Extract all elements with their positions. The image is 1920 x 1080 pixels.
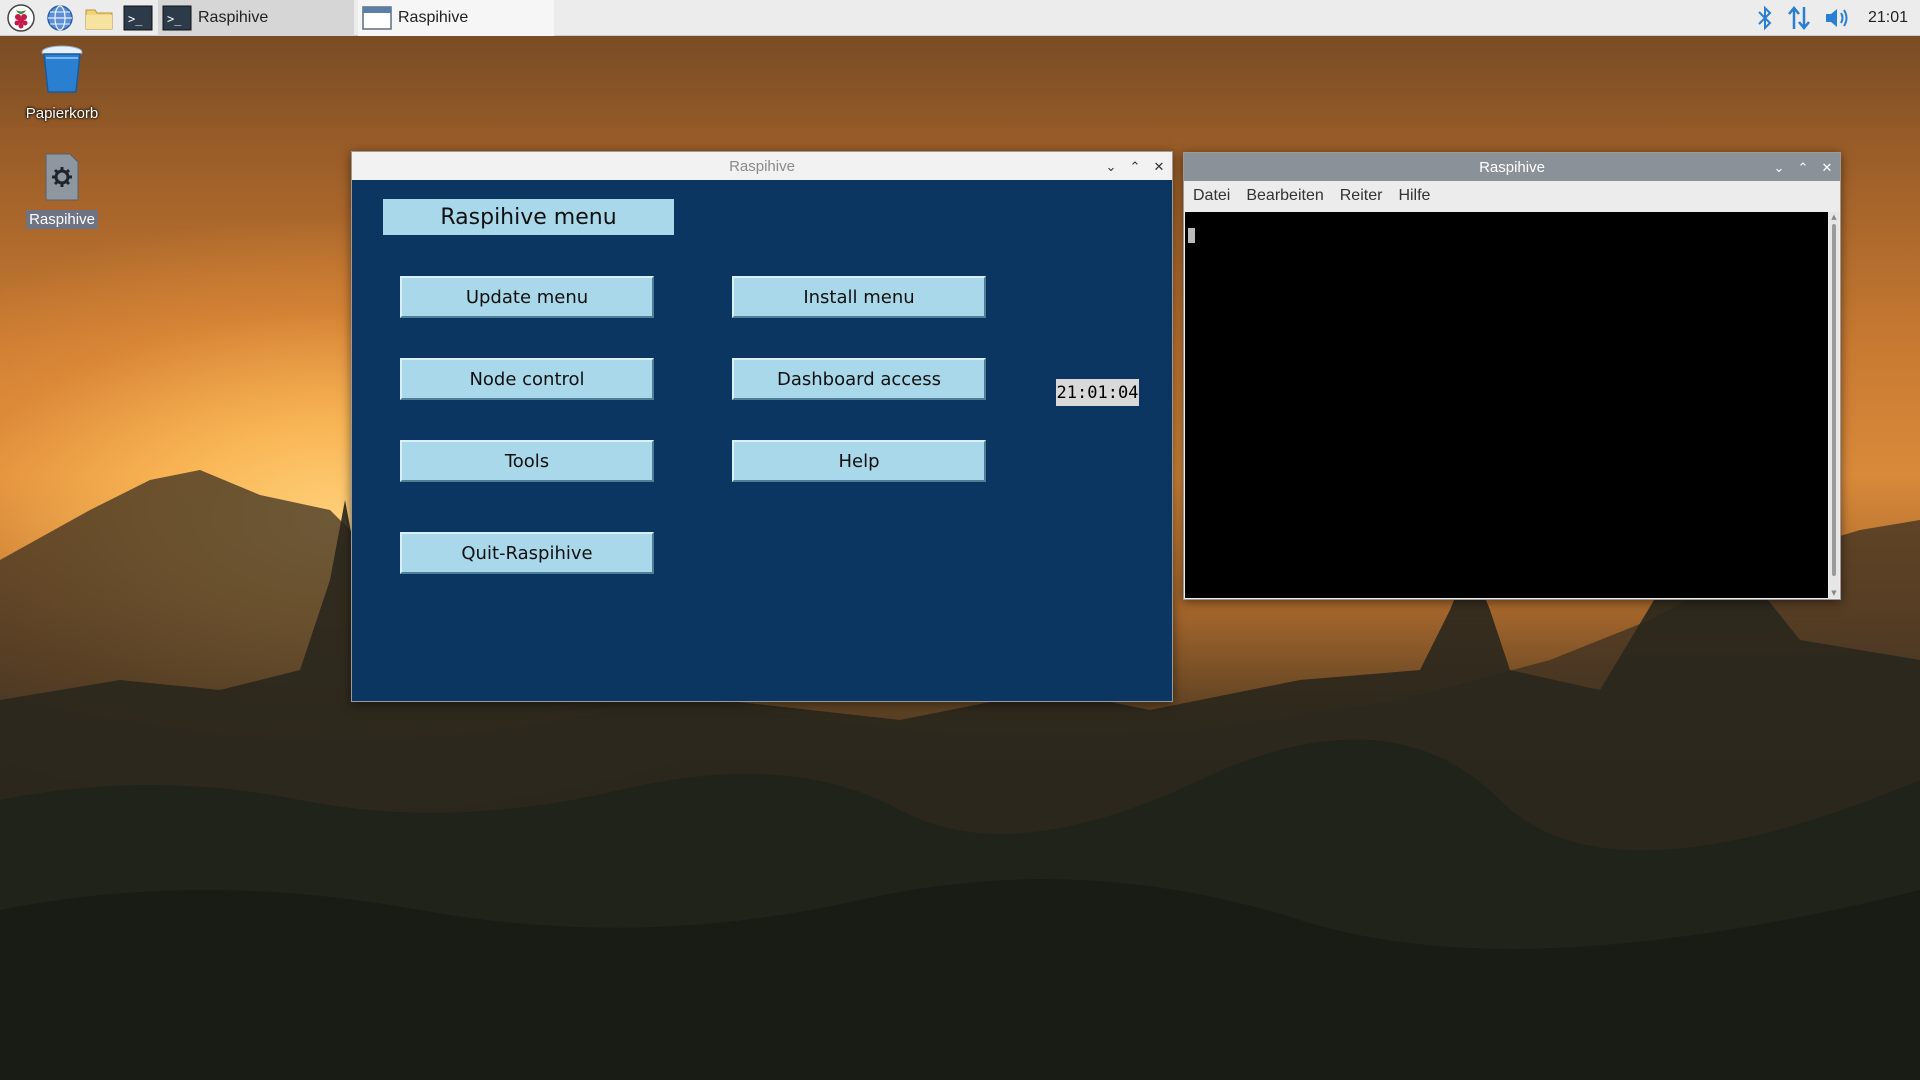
window-title: Raspihive <box>1479 158 1545 176</box>
svg-text:>_: >_ <box>167 12 182 26</box>
scroll-down-icon[interactable]: ▼ <box>1830 589 1838 597</box>
task-label: Raspihive <box>198 8 269 26</box>
scroll-up-icon[interactable]: ▲ <box>1830 213 1838 221</box>
trash-icon <box>41 45 83 93</box>
menu-hilfe[interactable]: Hilfe <box>1398 187 1430 205</box>
raspberry-menu-icon[interactable] <box>3 0 39 36</box>
bluetooth-icon[interactable] <box>1756 5 1774 31</box>
quit-raspihive-button[interactable]: Quit-Raspihive <box>400 532 654 574</box>
install-menu-button[interactable]: Install menu <box>732 276 986 318</box>
terminal-scrollbar[interactable]: ▲ ▼ <box>1829 212 1839 598</box>
system-tray: 21:01 <box>1756 5 1920 31</box>
maximize-icon[interactable]: ⌃ <box>1796 160 1810 174</box>
dashboard-access-button[interactable]: Dashboard access <box>732 358 986 400</box>
terminal-output[interactable] <box>1185 212 1828 598</box>
scrollbar-thumb[interactable] <box>1832 224 1836 576</box>
desktop-icon-trash[interactable]: Papierkorb <box>7 44 117 123</box>
svg-text:>_: >_ <box>128 12 143 26</box>
text-cursor <box>1188 228 1195 243</box>
tools-button[interactable]: Tools <box>400 440 654 482</box>
node-control-button[interactable]: Node control <box>400 358 654 400</box>
clock-display: 21:01:04 <box>1056 379 1139 406</box>
desktop-icon-label: Papierkorb <box>25 105 99 122</box>
menu-datei[interactable]: Datei <box>1193 187 1230 205</box>
web-browser-icon[interactable] <box>42 0 78 36</box>
task-label: Raspihive <box>398 8 469 26</box>
minimize-icon[interactable]: ⌄ <box>1772 160 1786 174</box>
volume-icon[interactable] <box>1824 5 1852 31</box>
close-icon[interactable]: ✕ <box>1820 160 1834 174</box>
maximize-icon[interactable]: ⌃ <box>1128 159 1142 173</box>
gear-file-icon <box>45 153 79 201</box>
window-title: Raspihive <box>729 157 795 175</box>
raspihive-menu-window: Raspihive ⌄ ⌃ ✕ Raspihive menu Update me… <box>351 151 1173 702</box>
menu-reiter[interactable]: Reiter <box>1340 187 1383 205</box>
window-titlebar[interactable]: Raspihive ⌄ ⌃ ✕ <box>352 152 1172 180</box>
close-icon[interactable]: ✕ <box>1152 159 1166 173</box>
network-icon[interactable] <box>1786 5 1812 31</box>
update-menu-button[interactable]: Update menu <box>400 276 654 318</box>
desktop-icon-raspihive[interactable]: Raspihive <box>7 152 117 229</box>
help-button[interactable]: Help <box>732 440 986 482</box>
taskbar-task-raspihive[interactable]: Raspihive <box>358 0 554 36</box>
menu-bearbeiten[interactable]: Bearbeiten <box>1246 187 1323 205</box>
window-titlebar[interactable]: Raspihive ⌄ ⌃ ✕ <box>1184 153 1840 181</box>
taskbar-clock[interactable]: 21:01 <box>1868 9 1908 27</box>
menu-heading: Raspihive menu <box>383 199 674 235</box>
terminal-icon: >_ <box>162 5 192 30</box>
taskbar-task-terminal[interactable]: >_ Raspihive <box>158 0 354 36</box>
terminal-icon[interactable]: >_ <box>120 0 156 36</box>
window-icon <box>362 5 392 30</box>
taskbar: >_ >_ Raspihive Raspihive 21:01 <box>0 0 1920 36</box>
minimize-icon[interactable]: ⌄ <box>1104 159 1118 173</box>
menu-panel: Raspihive menu Update menu Install menu … <box>352 180 1172 701</box>
desktop-icon-label: Raspihive <box>26 210 98 229</box>
terminal-menubar: Datei Bearbeiten Reiter Hilfe <box>1184 181 1840 211</box>
file-manager-icon[interactable] <box>81 0 117 36</box>
terminal-window: Raspihive ⌄ ⌃ ✕ Datei Bearbeiten Reiter … <box>1183 152 1841 600</box>
